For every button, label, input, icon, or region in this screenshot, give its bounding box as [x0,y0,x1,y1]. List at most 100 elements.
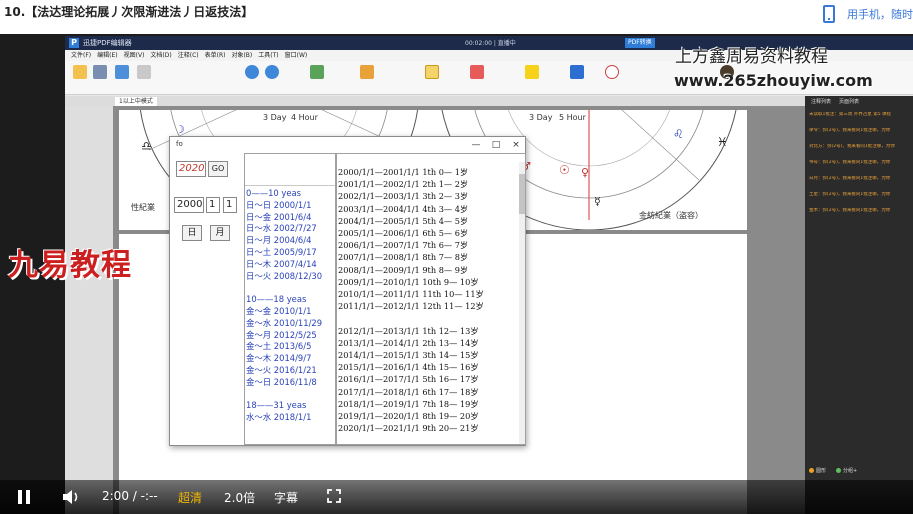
comment-tab-list[interactable]: 注释列表 [811,96,831,108]
print-icon[interactable] [93,65,107,79]
profection-row[interactable]: 2011/1/1—2012/1/1 12th 11— 12岁 [338,300,484,312]
profection-row[interactable]: 2001/1/1—2002/1/1 2th 1— 2岁 [338,178,468,190]
firdaria-row[interactable]: 金～金 2010/1/1 [246,306,311,317]
hand-icon[interactable] [137,65,151,79]
firdaria-row[interactable]: 18——31 yeas [246,400,306,411]
profection-row[interactable]: 2006/1/1—2007/1/1 7th 6— 7岁 [338,239,468,251]
comment-line[interactable]: 书号：弥(2号)，我来看同1批注哪，为你 [805,160,913,166]
quality-button[interactable]: 超清 [178,489,202,506]
maximize-button[interactable]: □ [488,139,504,151]
typewriter-icon[interactable] [425,65,439,79]
comment-line[interactable]: 对比方：弥(2号)，我来看同1批注哪，为你 [805,144,913,150]
profection-row[interactable]: 2009/1/1—2010/1/1 10th 9— 10岁 [338,276,479,288]
profection-row[interactable]: 2015/1/1—2016/1/1 4th 15— 16岁 [338,361,479,373]
chart-label-hour-b: 5 Hour [559,113,586,122]
firdaria-row[interactable]: 日～土 2005/9/17 [246,247,317,258]
firdaria-row[interactable]: 金～火 2016/1/21 [246,365,317,376]
profection-row[interactable]: 2018/1/1—2019/1/1 7th 18— 19岁 [338,398,479,410]
speaker-icon[interactable] [570,65,584,79]
day-button[interactable]: 日 [182,225,202,241]
firdaria-row[interactable]: 日～日 2000/1/1 [246,200,311,211]
profection-row[interactable]: 2017/1/1—2018/1/1 6th 17— 18岁 [338,386,479,398]
speed-button[interactable]: 2.0倍 [224,489,255,506]
firdaria-row[interactable]: 金～水 2010/11/29 [246,318,322,329]
profection-row[interactable]: 2020/1/1—2021/1/1 9th 20— 21岁 [338,422,479,434]
firdaria-row[interactable]: 金～日 2016/11/8 [246,377,317,388]
comment-line[interactable]: 日月：弥(2号)，我来看同1批注哪，为你 [805,176,913,182]
fullscreen-icon[interactable] [327,489,341,503]
minimize-button[interactable]: — [468,139,484,151]
firdaria-row[interactable]: 金～土 2013/6/5 [246,341,311,352]
highlight-icon[interactable] [360,65,374,79]
comment-tab-pages[interactable]: 页面列表 [839,96,859,108]
comment-line[interactable]: 律令：弥(2号)，我来看同1批注哪，为你 [805,128,913,134]
firdaria-row[interactable]: 水～水 2018/1/1 [246,412,311,423]
round-filter[interactable]: 圆形 [809,467,826,474]
profection-row[interactable]: 2002/1/1—2003/1/1 3th 2— 3岁 [338,190,468,202]
profection-row[interactable]: 2019/1/1—2020/1/1 8th 19— 20岁 [338,410,479,422]
profection-row[interactable]: 2014/1/1—2015/1/1 3th 14— 15岁 [338,349,479,361]
comment-panel-tabs: 注释列表 页面列表 [805,96,913,108]
profection-row[interactable]: 2005/1/1—2006/1/1 6th 5— 6岁 [338,227,468,239]
zoom-out-icon[interactable] [265,65,279,79]
firdaria-list[interactable]: 0——10 yeas 日～日 2000/1/1 日～金 2001/6/4 日～水 20… [244,153,336,445]
profection-row[interactable]: 2003/1/1—2004/1/1 4th 3— 4岁 [338,203,468,215]
mobile-link[interactable]: 用手机，随时 [823,2,913,26]
comment-line[interactable]: 未读取1批注：第三周 外界占星 第5 课程 [805,112,913,118]
profection-scroll-thumb[interactable] [519,174,525,214]
go-button[interactable]: GO [208,161,228,177]
note-icon[interactable] [525,65,539,79]
menu-window[interactable]: 窗口(W) [285,50,308,61]
profection-row[interactable]: 2000/1/1—2001/1/1 1th 0— 1岁 [338,166,468,178]
site-url-watermark: www.265zhouyiw.com [674,71,873,90]
edit-icon[interactable] [310,65,324,79]
menu-tools[interactable]: 工具(T) [258,50,278,61]
birth-day-input[interactable]: 1 [223,197,237,213]
document-tab[interactable]: 1以上中模式 [115,97,157,106]
profection-row[interactable]: 2007/1/1—2008/1/1 8th 7— 8岁 [338,251,468,263]
comment-line[interactable]: 土星：弥(2号)，我来看同1批注哪，为你 [805,192,913,198]
profection-row[interactable]: 2012/1/1—2013/1/1 1th 12— 13岁 [338,325,479,337]
profection-row[interactable]: 2013/1/1—2014/1/1 2th 13— 14岁 [338,337,479,349]
profection-list[interactable]: 2000/1/1—2001/1/1 1th 0— 1岁 2001/1/1—2002… [336,153,526,445]
volume-icon[interactable] [62,489,82,505]
zoom-in-icon[interactable] [245,65,259,79]
text-tool-icon[interactable] [470,65,484,79]
video-player[interactable]: P 迅捷PDF编辑器 00:02:00 | 直播中 PDF转换 文件(F) 编辑… [0,34,913,514]
close-button[interactable]: × [508,139,524,151]
group-filter[interactable]: 分组+ [836,467,857,474]
firdaria-row[interactable]: 日～月 2004/6/4 [246,235,311,246]
birth-year-input[interactable]: 2000 [174,197,204,213]
month-button[interactable]: 月 [210,225,230,241]
menu-comment[interactable]: 注释(C) [178,50,199,61]
pdf-convert-button[interactable]: PDF转换 [625,38,655,48]
shape-icon[interactable] [605,65,619,79]
profection-row[interactable]: 2016/1/1—2017/1/1 5th 16— 17岁 [338,373,479,385]
pause-icon[interactable] [18,490,30,504]
menu-edit[interactable]: 编辑(E) [97,50,117,61]
open-icon[interactable] [73,65,87,79]
phone-icon [823,5,835,23]
menu-view[interactable]: 视图(V) [124,50,145,61]
firdaria-row[interactable]: 日～火 2008/12/30 [246,271,322,282]
menu-document[interactable]: 文档(D) [150,50,171,61]
menu-object[interactable]: 对象(B) [231,50,252,61]
birth-month-input[interactable]: 1 [206,197,220,213]
firdaria-row[interactable]: 日～金 2001/6/4 [246,212,311,223]
firdaria-row[interactable]: 金～月 2012/5/25 [246,330,317,341]
comment-line[interactable]: 金木：弥(2号)，我来看同1批注哪，为你 [805,208,913,214]
menu-file[interactable]: 文件(F) [71,50,91,61]
year-input[interactable]: 2020 [176,161,206,177]
firdaria-row[interactable]: 日～木 2007/4/14 [246,259,317,270]
subtitle-button[interactable]: 字幕 [274,489,298,506]
mobile-link-text[interactable]: 用手机，随时 [847,6,913,22]
undo-icon[interactable] [115,65,129,79]
profection-row[interactable]: 2004/1/1—2005/1/1 5th 4— 5岁 [338,215,468,227]
firdaria-row[interactable]: 金～木 2014/9/7 [246,353,311,364]
profection-row[interactable]: 2010/1/1—2011/1/1 11th 10— 11岁 [338,288,484,300]
firdaria-row[interactable]: 日～水 2002/7/27 [246,223,317,234]
menu-form[interactable]: 表单(R) [205,50,226,61]
firdaria-row[interactable]: 0——10 yeas [246,188,301,199]
profection-row[interactable]: 2008/1/1—2009/1/1 9th 8— 9岁 [338,264,468,276]
firdaria-row[interactable]: 10——18 yeas [246,294,306,305]
